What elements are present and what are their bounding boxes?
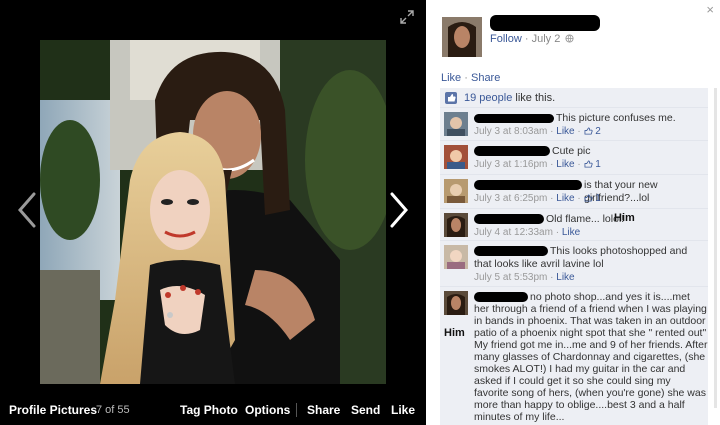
photo-image bbox=[40, 40, 386, 384]
post-meta: Follow · July 2 bbox=[490, 33, 574, 45]
comment-time[interactable]: July 3 at 1:16pm bbox=[474, 159, 547, 170]
redacted-name bbox=[474, 246, 548, 256]
comments-panel: × Follow · July 2 Like · Share 19 people… bbox=[426, 0, 720, 425]
comment-like-count[interactable]: 1 bbox=[595, 193, 601, 204]
redacted-name bbox=[474, 214, 544, 224]
comment-time[interactable]: July 3 at 6:25pm bbox=[474, 193, 547, 204]
list-item: Him no photo shop...and yes it is....met… bbox=[440, 287, 708, 425]
comment-text: is that your new girlfriend?...lol bbox=[584, 179, 658, 204]
redacted-name bbox=[474, 292, 528, 302]
scrollbar[interactable] bbox=[714, 88, 717, 408]
photo-stage: Profile Pictures 7 of 55 Tag Photo Optio… bbox=[0, 0, 426, 425]
annotation-him: Him bbox=[614, 212, 635, 224]
likes-count-link[interactable]: 19 people bbox=[464, 92, 512, 104]
chevron-right-icon[interactable] bbox=[386, 190, 412, 230]
like-thumb-icon bbox=[584, 160, 593, 168]
avatar[interactable] bbox=[444, 213, 468, 237]
post-share-link[interactable]: Share bbox=[471, 72, 500, 84]
like-thumb-icon bbox=[584, 127, 593, 135]
redacted-name bbox=[474, 146, 550, 156]
comment-text: minutes of my life... bbox=[474, 411, 565, 423]
list-item: This picture confuses me. July 3 at 8:03… bbox=[440, 108, 708, 141]
comment-time[interactable]: July 3 at 8:03am bbox=[474, 126, 547, 137]
separator: · bbox=[524, 33, 529, 45]
comment-like-link[interactable]: Like bbox=[556, 126, 574, 137]
photo-viewer: Profile Pictures 7 of 55 Tag Photo Optio… bbox=[0, 0, 720, 425]
avatar[interactable] bbox=[442, 17, 482, 57]
close-icon[interactable]: × bbox=[706, 3, 714, 16]
divider bbox=[296, 403, 297, 417]
album-link[interactable]: Profile Pictures bbox=[9, 403, 97, 417]
list-item: This looks photoshopped and that looks l… bbox=[440, 241, 708, 287]
tag-photo-button[interactable]: Tag Photo bbox=[180, 403, 238, 417]
redacted-name bbox=[474, 180, 582, 190]
globe-icon bbox=[565, 34, 574, 43]
post-date[interactable]: July 2 bbox=[532, 33, 561, 45]
avatar[interactable] bbox=[444, 291, 468, 315]
avatar[interactable] bbox=[444, 112, 468, 136]
likes-summary: 19 people like this. bbox=[440, 88, 708, 108]
list-item: Cute pic July 3 at 1:16pm · Like · 1 bbox=[440, 141, 708, 175]
comment-text: This looks photoshopped and bbox=[550, 245, 688, 257]
follow-link[interactable]: Follow bbox=[490, 33, 522, 45]
post-actions: Like · Share bbox=[441, 72, 500, 84]
comment-time[interactable]: July 4 at 12:33am bbox=[474, 227, 553, 238]
comment-like-count[interactable]: 1 bbox=[595, 159, 601, 170]
annotation-him: Him bbox=[444, 327, 465, 339]
photo[interactable] bbox=[40, 40, 386, 384]
comment-text: This picture confuses me. bbox=[556, 112, 676, 124]
comment-like-link[interactable]: Like bbox=[556, 159, 574, 170]
comment-section: 19 people like this. This picture confus… bbox=[440, 88, 708, 425]
comment-meta: July 3 at 6:25pm · Like · 1 bbox=[474, 193, 601, 204]
chevron-left-icon[interactable] bbox=[14, 190, 40, 230]
comment-meta: July 3 at 1:16pm · Like · 1 bbox=[474, 159, 601, 170]
post-like-link[interactable]: Like bbox=[441, 72, 461, 84]
avatar[interactable] bbox=[444, 145, 468, 169]
send-button[interactable]: Send bbox=[351, 403, 380, 417]
redacted-name bbox=[474, 114, 554, 123]
comment-text: that looks like avril lavine lol bbox=[474, 258, 604, 270]
options-button[interactable]: Options bbox=[245, 403, 290, 417]
comment-like-link[interactable]: Like bbox=[562, 227, 580, 238]
photo-bottom-bar: Profile Pictures 7 of 55 Tag Photo Optio… bbox=[0, 394, 426, 425]
comment-like-link[interactable]: Like bbox=[556, 193, 574, 204]
likes-suffix: like this. bbox=[515, 92, 556, 104]
share-button[interactable]: Share bbox=[307, 403, 340, 417]
comment-meta: July 5 at 5:53pm · Like bbox=[474, 272, 575, 283]
separator: · bbox=[464, 72, 468, 84]
comment-text: Old flame... lolol! bbox=[546, 213, 625, 225]
comment-text: Cute pic bbox=[552, 145, 591, 157]
avatar[interactable] bbox=[444, 245, 468, 269]
photo-position: 7 of 55 bbox=[96, 404, 130, 416]
like-thumb-icon bbox=[584, 194, 593, 202]
comment-like-link[interactable]: Like bbox=[556, 272, 574, 283]
expand-icon[interactable] bbox=[400, 10, 414, 24]
avatar[interactable] bbox=[444, 179, 468, 203]
comment-time[interactable]: July 5 at 5:53pm bbox=[474, 272, 547, 283]
comment-meta: July 3 at 8:03am · Like · 2 bbox=[474, 126, 601, 137]
redacted-name bbox=[490, 15, 600, 31]
comment-like-count[interactable]: 2 bbox=[595, 126, 601, 137]
like-thumb-icon bbox=[445, 92, 457, 104]
list-item: is that your new girlfriend?...lol July … bbox=[440, 175, 708, 209]
comment-meta: July 4 at 12:33am · Like bbox=[474, 227, 581, 238]
like-button[interactable]: Like bbox=[391, 403, 415, 417]
list-item: Old flame... lolol! Him July 4 at 12:33a… bbox=[440, 209, 708, 241]
